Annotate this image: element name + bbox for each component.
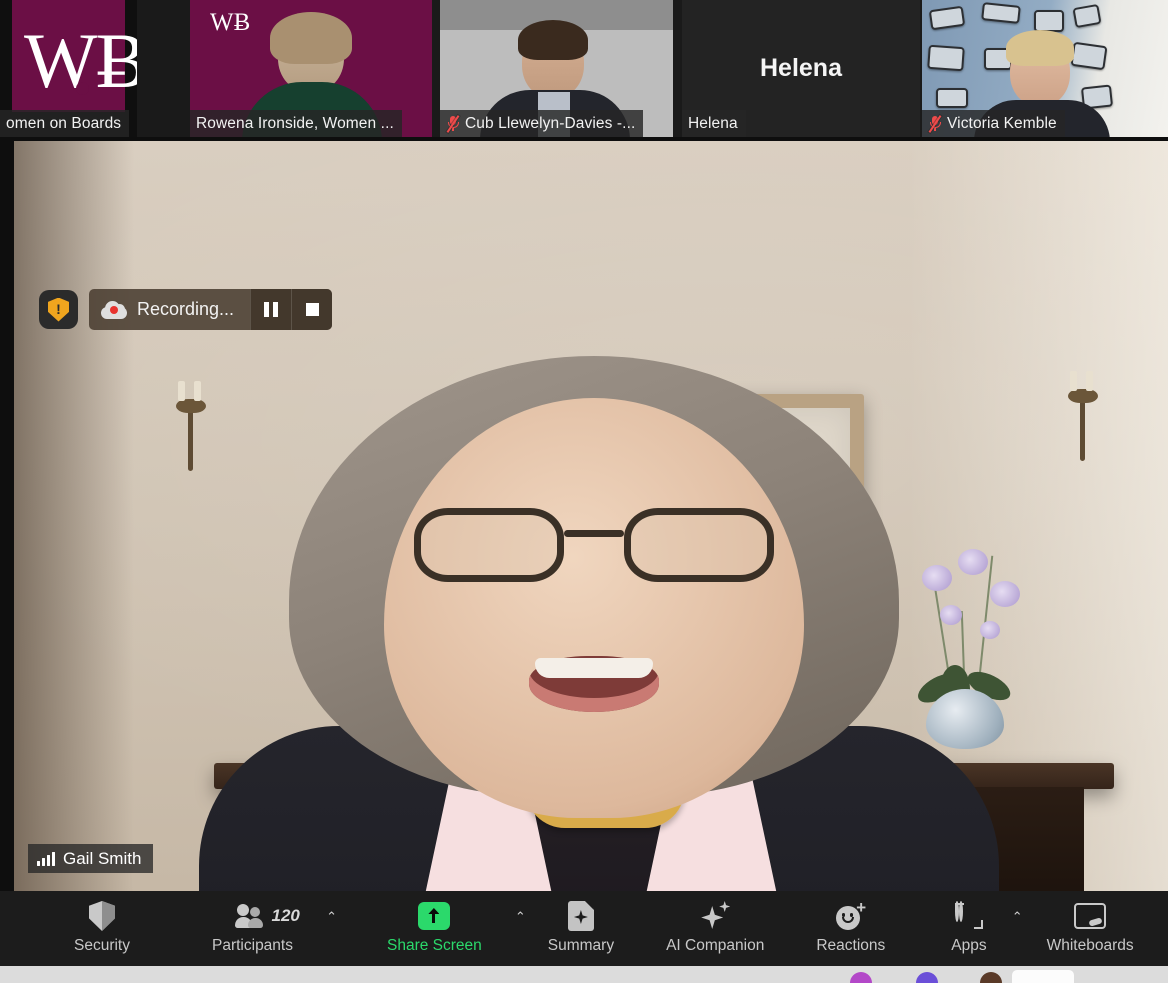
participant-name-bar: Rowena Ironside, Women ...: [190, 110, 402, 137]
toolbar-button-security[interactable]: Security: [74, 891, 130, 954]
participant-name-bar: Cub Llewelyn-Davies -...: [440, 110, 644, 137]
toolbar-label: Reactions: [816, 937, 886, 954]
participant-name: Helena: [688, 114, 738, 132]
toolbar-button-share-screen[interactable]: Share Screen ⌃: [386, 891, 526, 954]
meeting-toolbar: Security 120 Participants ⌃ Share Screen…: [0, 891, 1168, 966]
zoom-meeting-window: WɃ omen on Boards WɃ Rowena Ironside, Wo…: [0, 0, 1168, 983]
wb-logo-small: WɃ: [210, 9, 251, 36]
participants-icon: 120: [235, 899, 300, 933]
security-shield-warning-icon: [48, 297, 69, 322]
toolbar-label: AI Companion: [666, 937, 765, 954]
stop-icon: [305, 303, 319, 316]
toolbar-label: Summary: [547, 937, 615, 954]
participant-name: Cub Llewelyn-Davies -...: [465, 114, 636, 132]
background-window-strip: [0, 966, 1168, 983]
security-shield-button[interactable]: [39, 290, 78, 329]
background-input-pill: [1012, 970, 1074, 983]
person-teeth: [535, 658, 653, 678]
wb-logo-dot: [76, 82, 89, 95]
wall-mirror: [1034, 10, 1064, 32]
toolbar-label: Security: [74, 937, 130, 954]
wall-mirror: [1070, 41, 1108, 71]
pause-recording-button[interactable]: [250, 289, 292, 330]
stop-recording-button[interactable]: [291, 289, 333, 330]
participant-name: Victoria Kemble: [947, 114, 1057, 132]
main-video-stage: Recording... Gail Smith: [0, 137, 1168, 891]
participant-filmstrip: WɃ omen on Boards WɃ Rowena Ironside, Wo…: [0, 0, 1168, 137]
active-speaker-name-label: Gail Smith: [28, 844, 154, 873]
audio-level-bars-icon: [37, 851, 55, 866]
active-speaker-person: [199, 356, 999, 891]
pause-icon: [264, 302, 279, 317]
ai-sparkle-icon: [699, 899, 731, 933]
wall-sconce-left: [162, 381, 220, 481]
participant-tile-women-on-boards[interactable]: WɃ omen on Boards: [0, 0, 137, 137]
person-hair: [1006, 30, 1074, 66]
mic-muted-icon: [446, 114, 460, 133]
toolbar-button-ai-companion[interactable]: AI Companion: [666, 891, 764, 954]
toolbar-button-reactions[interactable]: + Reactions: [816, 891, 885, 954]
cloud-recording-icon: [101, 300, 127, 319]
reactions-smiley-icon: +: [835, 899, 866, 933]
wall-mirror: [927, 44, 965, 72]
toolbar-button-whiteboards[interactable]: Whiteboards ⌃: [1046, 891, 1168, 954]
apps-icon: [954, 899, 983, 933]
participant-tile-rowena-ironside[interactable]: WɃ Rowena Ironside, Women ...: [190, 0, 432, 137]
shield-icon: [89, 899, 115, 933]
toolbar-label: Apps: [951, 937, 987, 954]
toolbar-button-participants[interactable]: 120 Participants ⌃: [212, 891, 337, 954]
summary-doc-sparkle-icon: [567, 899, 594, 933]
chevron-up-icon[interactable]: ⌃: [515, 909, 526, 925]
participant-tile-victoria-kemble[interactable]: Victoria Kemble: [922, 0, 1168, 137]
recording-status-text: Recording...: [137, 299, 235, 319]
person-hair: [518, 20, 588, 60]
toolbar-button-summary[interactable]: Summary: [548, 891, 614, 954]
chevron-up-icon[interactable]: ⌃: [1012, 909, 1023, 925]
mic-muted-icon: [928, 114, 942, 133]
person-glasses: [414, 508, 774, 582]
avatar: [850, 972, 872, 983]
participant-name-bar: Helena: [682, 110, 746, 137]
participant-name: omen on Boards: [6, 114, 122, 132]
participant-name-bar: omen on Boards: [0, 110, 130, 137]
active-speaker-video[interactable]: Recording... Gail Smith: [14, 141, 1168, 891]
participant-name-bar: Victoria Kemble: [922, 110, 1065, 137]
glasses-lens-right: [624, 508, 774, 582]
chevron-up-icon[interactable]: ⌃: [326, 909, 337, 925]
wall-sconce-right: [1054, 371, 1112, 471]
wall-mirror: [936, 88, 968, 108]
wall-shadow: [14, 141, 134, 891]
participant-tile-cub-llewelyn-davies[interactable]: Cub Llewelyn-Davies -...: [440, 0, 673, 137]
participant-name: Rowena Ironside, Women ...: [196, 114, 394, 132]
recording-controls: Recording...: [39, 289, 333, 330]
participant-tile-helena[interactable]: Helena Helena: [682, 0, 920, 137]
toolbar-label: Participants: [212, 937, 293, 954]
wall-mirror: [981, 2, 1021, 24]
toolbar-label: Share Screen: [386, 937, 482, 954]
toolbar-button-apps[interactable]: Apps ⌃: [951, 891, 1023, 954]
person-hair: [270, 12, 352, 64]
glasses-bridge: [564, 530, 624, 537]
active-speaker-name: Gail Smith: [63, 848, 142, 868]
whiteboard-icon: [1074, 899, 1107, 933]
avatar: [916, 972, 938, 983]
recording-status: Recording...: [89, 289, 250, 330]
participants-count: 120: [271, 906, 300, 925]
toolbar-label: Whiteboards: [1046, 937, 1134, 954]
recording-bar: Recording...: [89, 289, 333, 330]
avatar: [980, 972, 1002, 983]
glasses-lens-left: [414, 508, 564, 582]
share-screen-icon: [418, 899, 451, 933]
